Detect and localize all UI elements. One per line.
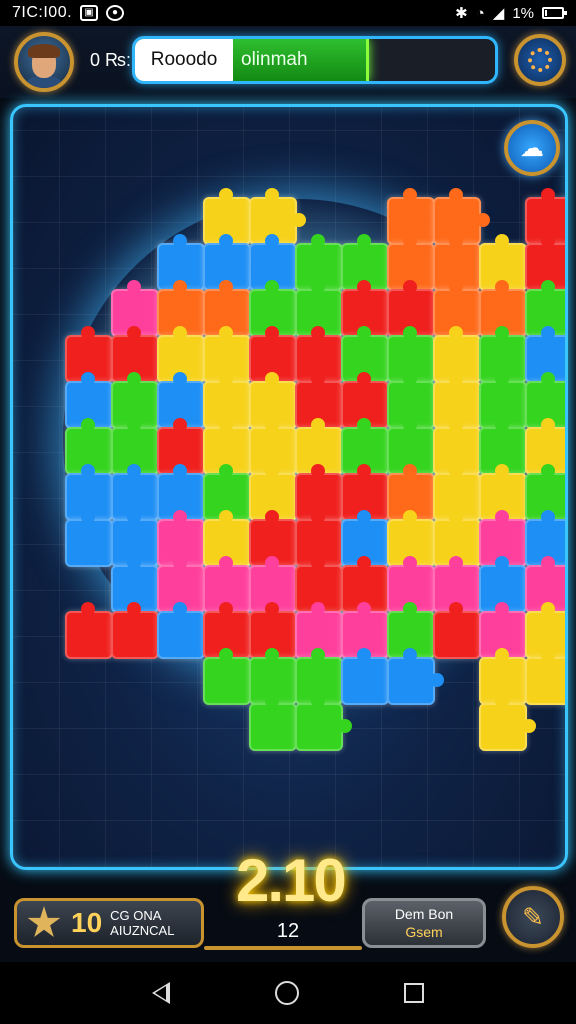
puzzle-board[interactable] bbox=[10, 104, 568, 870]
settings-gear-icon bbox=[528, 48, 552, 72]
image-icon: ▣ bbox=[80, 5, 99, 21]
puzzle-piece[interactable] bbox=[433, 602, 490, 659]
top-hud: 0 ₨: Rooodo olinmah bbox=[0, 26, 576, 98]
puzzle-piece[interactable] bbox=[111, 602, 168, 659]
magic-wand-icon: ✎ bbox=[522, 901, 544, 932]
bonus-label-line2: Gsem bbox=[405, 924, 443, 940]
puzzle-piece[interactable] bbox=[157, 602, 214, 659]
back-icon[interactable] bbox=[152, 982, 171, 1004]
stars-label-line1: CG ONA bbox=[110, 908, 162, 923]
settings-button[interactable] bbox=[514, 34, 566, 86]
hint-button[interactable]: ☁ bbox=[504, 120, 560, 176]
battery-percent: 1% bbox=[512, 4, 534, 22]
bonus-label-line1: Dem Bon bbox=[394, 906, 454, 922]
puzzle-piece[interactable] bbox=[479, 694, 536, 751]
puzzle-piece[interactable] bbox=[387, 648, 444, 705]
puzzle-piece[interactable] bbox=[295, 694, 352, 751]
puzzle-piece[interactable] bbox=[525, 648, 565, 705]
puzzle-piece[interactable] bbox=[65, 510, 122, 567]
battery-icon bbox=[542, 7, 567, 19]
level-progress-bar: Rooodo olinmah bbox=[132, 36, 498, 84]
puzzle-piece[interactable] bbox=[249, 694, 306, 751]
bottom-divider bbox=[204, 946, 362, 950]
navigation-bar bbox=[0, 962, 576, 1024]
home-icon[interactable] bbox=[274, 981, 299, 1005]
wifi-icon: ◔ bbox=[475, 4, 485, 22]
signal-icon: ◢ bbox=[492, 5, 505, 22]
notification-icon: ● bbox=[106, 5, 125, 21]
progress-sub-label: olinmah bbox=[241, 49, 308, 70]
puzzle-piece[interactable] bbox=[65, 602, 122, 659]
magic-button[interactable]: ✎ bbox=[502, 886, 564, 948]
hint-icon: ☁ bbox=[520, 134, 544, 162]
bonus-button[interactable]: Dem Bon Gsem bbox=[362, 898, 486, 948]
timer: 2.10 bbox=[236, 847, 347, 914]
progress-label: Rooodo bbox=[135, 39, 233, 81]
stars-count: 10 bbox=[71, 907, 103, 938]
avatar-body bbox=[26, 76, 62, 88]
puzzle-piece[interactable] bbox=[341, 648, 398, 705]
star-icon bbox=[27, 906, 61, 937]
recents-icon[interactable] bbox=[403, 983, 424, 1003]
player-avatar[interactable] bbox=[14, 32, 74, 92]
status-bar: 7IC:I00. ▣ ● ✱ ◔ ◢ 1% bbox=[0, 0, 576, 26]
bluetooth-icon: ✱ bbox=[455, 5, 468, 22]
stars-button[interactable]: 10 CG ONA AIUZNCAL bbox=[14, 898, 204, 948]
puzzle-piece[interactable] bbox=[203, 648, 260, 705]
stars-label-line2: AIUZNCAL bbox=[110, 923, 175, 938]
moves-count: 12 bbox=[276, 920, 300, 942]
score-label: 0 ₨: bbox=[90, 50, 131, 70]
avatar-hair bbox=[28, 44, 60, 58]
clock: 7IC:I00. bbox=[12, 4, 73, 21]
